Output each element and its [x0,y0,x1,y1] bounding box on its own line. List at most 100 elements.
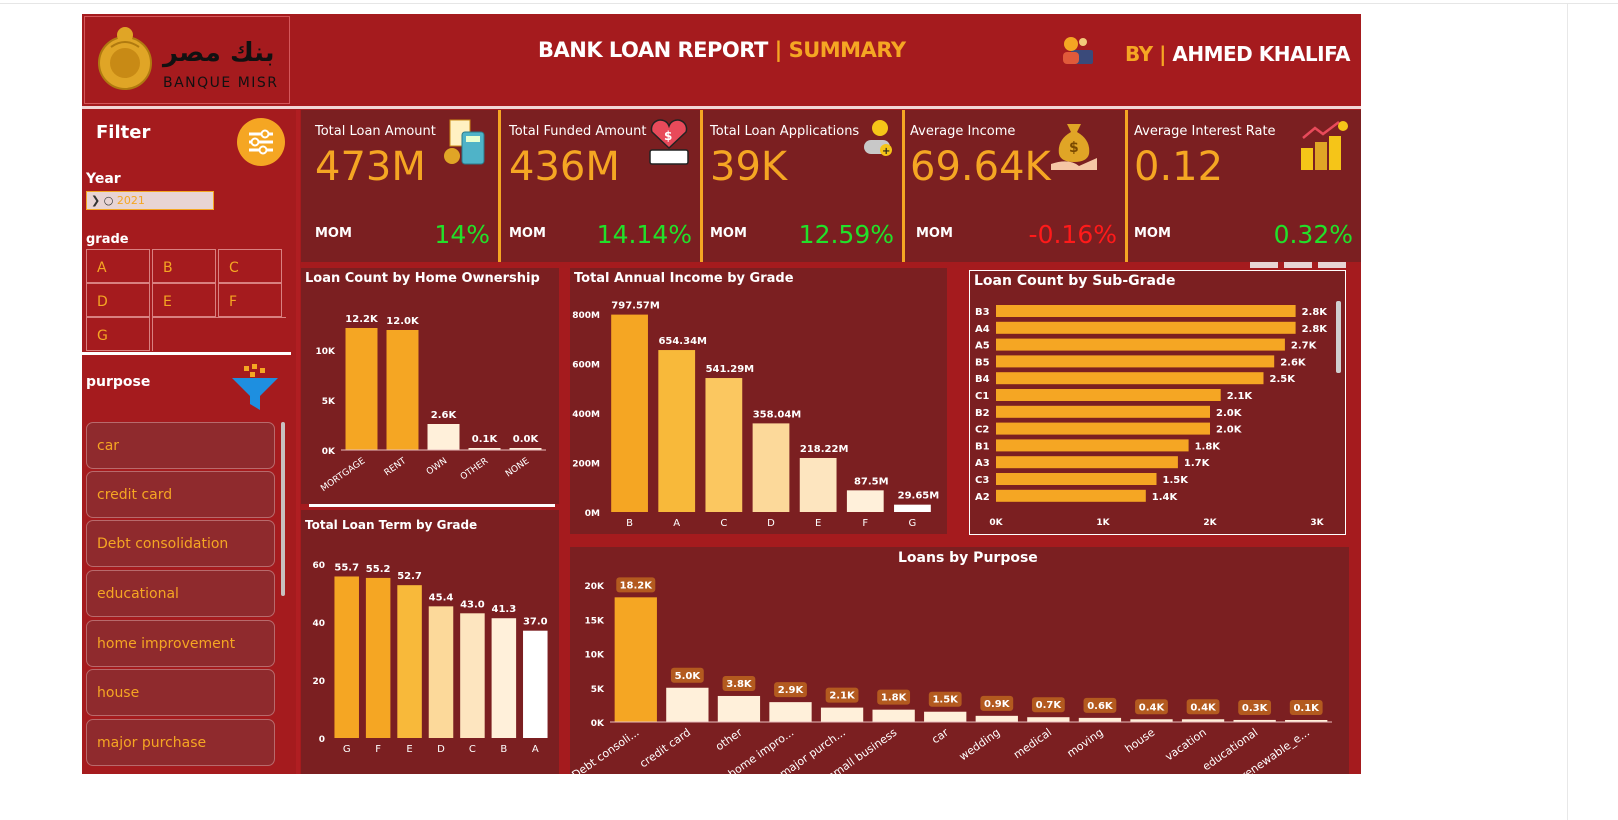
chart-bar [428,606,454,738]
visual-header-icon[interactable] [1284,262,1312,268]
grade-option-label: D [97,294,108,310]
chart-bar [611,314,648,512]
purpose-option-label: car [97,438,120,454]
kpi-mom-value: 14.14% [596,220,692,249]
chart-loan-term: 0 20 40 60 55.7 G 55.2 F 52.7 E 45.4 D 43.0 C 41.3 B 37.… [312,561,547,755]
y-tick-label: 5K [591,685,605,695]
grade-option-b[interactable]: B [152,249,216,283]
y-tick-label: 20K [585,582,606,592]
data-label: 45.4 [429,592,454,603]
x-tick-label: RENT [383,456,409,478]
y-tick-label: 40 [312,619,325,629]
grade-option-g[interactable]: G [86,317,150,351]
grade-option-label: B [163,260,173,276]
y-tick-label: 200M [572,460,600,470]
chart-bar [769,702,812,722]
sub-grade-scrollbar[interactable] [1336,301,1341,373]
data-label: 55.7 [334,562,359,573]
chart-bar [996,422,1210,435]
x-tick-label: D [767,518,775,529]
bank-emblem-icon: بنك مصر BANQUE MISR [98,27,277,91]
grade-option-f[interactable]: F [218,283,282,317]
chart-bar [996,389,1221,401]
data-label: 1.7K [1184,458,1211,469]
radio-icon[interactable]: ○ [104,194,114,207]
purpose-option-label: Debt consolidation [97,536,229,552]
grade-option-d[interactable]: D [86,283,150,317]
chart-loan-term-panel: Total Loan Term by Grade 0 20 40 60 55.7 G 55.… [301,510,559,774]
data-label: 43.0 [460,599,485,610]
visual-header-icon[interactable] [1318,262,1346,268]
data-label: 0.1K [472,434,499,445]
chart-home-ownership-panel: Loan Count by Home Ownership 0K 5K 10K 12.2… [301,268,559,504]
filter-title: Filter [96,122,151,143]
x-tick-label: E [406,744,412,755]
logo-arabic-text: بنك مصر [161,38,275,68]
title-separator: | [767,38,789,62]
data-label: 797.57M [611,301,660,312]
purpose-option-credit-card[interactable]: credit card [86,471,275,518]
data-label: 2.6K [1280,357,1307,368]
data-label: 2.6K [431,410,458,421]
chart-annual-income: 0M 200M 400M 600M 800M 797.57M B 654.34M A 541.29… [572,301,939,529]
x-tick-label: OTHER [459,456,490,482]
chart-annual-income-panel: Total Annual Income by Grade 0M 200M 400M 6… [570,268,947,534]
purpose-option-home-improvement[interactable]: home improvement [86,620,275,667]
x-tick-label: F [862,518,868,529]
grade-empty-cell [152,317,286,351]
kpi-mom-value: 0.32% [1273,220,1353,249]
data-label: 2.8K [1302,307,1329,318]
chart-bar [996,372,1264,385]
y-tick-label: 0M [585,509,600,519]
grade-option-a[interactable]: A [86,249,150,283]
chart-bar [705,378,743,512]
window-right-border [1567,4,1568,820]
y-tick-label: A4 [975,324,990,335]
y-tick-label: 0K [322,447,336,457]
data-label: 87.5M [854,476,889,487]
purpose-option-debt-consolidation[interactable]: Debt consolidation [86,520,275,567]
y-tick-label: B2 [975,408,990,419]
purpose-option-car[interactable]: car [86,422,275,469]
kpi-mom-label: MOM [916,226,953,241]
chevron-right-icon[interactable]: ❯ [91,194,100,207]
purpose-scrollbar[interactable] [281,422,285,596]
grade-option-e[interactable]: E [152,283,216,317]
data-label: 218.22M [800,444,849,455]
sliders-icon[interactable] [237,118,285,166]
grade-option-label: C [229,260,239,276]
data-label: 2.7K [1291,341,1318,352]
kpi-title: Average Interest Rate [1134,124,1276,139]
chart-bar [386,330,419,450]
x-tick-label: B [626,518,633,529]
kpi-card-total-loan-amount: Total Loan Amount 473M MOM 14% [301,110,498,262]
data-label: 2.5K [1270,374,1297,385]
kpi-mom-value: -0.16% [1028,220,1117,249]
visual-header-icon[interactable] [1250,262,1278,268]
data-label: 0.9K [984,699,1011,710]
y-tick-label: 800M [572,311,600,321]
y-tick-label: 0K [591,719,605,729]
purpose-option-educational[interactable]: educational [86,570,275,617]
chart-bar [799,457,837,512]
left-panel-separator [296,110,300,774]
x-tick-label: MORTGAGE [319,456,367,494]
filter-divider [82,352,291,355]
year-slicer[interactable]: ❯ ○ 2021 [86,191,214,210]
x-tick-label: Debt consoli... [570,726,642,774]
purpose-option-major-purchase[interactable]: major purchase [86,719,275,766]
data-label: 2.0K [1216,425,1243,436]
y-tick-label: C2 [975,425,989,436]
chart-bar [996,456,1178,469]
chart-loans-purpose-panel: Loans by Purpose 0K 5K 10K 15K 20K 18.2K Debt … [570,547,1349,774]
funnel-icon [232,364,278,410]
data-label: 2.1K [1227,391,1254,402]
year-label: Year [86,171,121,187]
chart-sub-grade-panel: Loan Count by Sub-Grade B3 2.8K A4 2.8K A5 2.… [969,270,1346,535]
report-title-accent: SUMMARY [788,38,906,62]
chart-bar [996,489,1146,502]
x-tick-label: G [343,744,351,755]
grade-option-c[interactable]: C [218,249,282,283]
purpose-option-house[interactable]: house [86,669,275,716]
x-tick-label: F [375,744,381,755]
